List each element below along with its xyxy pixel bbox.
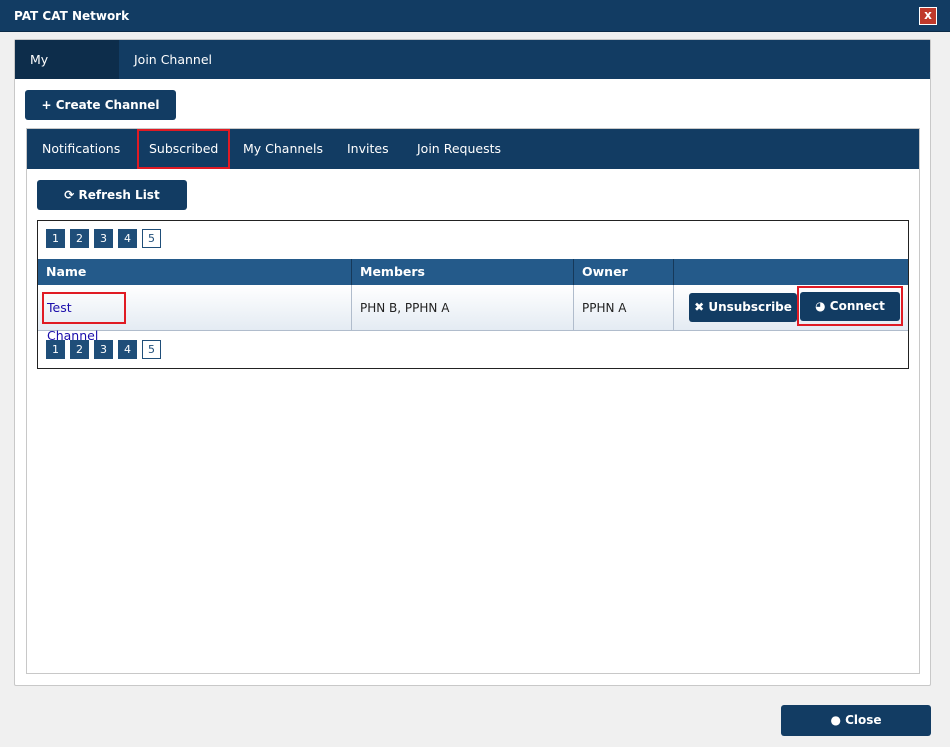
cell-name: Test Channel [38,285,352,343]
window-close-button[interactable]: x [919,7,937,25]
connect-label: Connect [829,299,885,313]
create-channel-button[interactable]: + Create Channel [25,90,176,120]
page-4-button[interactable]: 4 [118,340,137,359]
page-1-button[interactable]: 1 [46,340,65,359]
tab-my-channels-inner[interactable]: My Channels [243,129,323,169]
page-2-button[interactable]: 2 [70,229,89,248]
outer-tab-bar: My Channels Join Channel [15,40,930,106]
col-actions-header [674,259,908,285]
table-header: Name Members Owner [38,259,908,285]
page-1-button[interactable]: 1 [46,229,65,248]
close-label: Close [845,713,882,727]
create-channel-label: Create Channel [55,98,160,112]
close-icon: x [924,8,932,22]
unsubscribe-label: Unsubscribe [708,300,792,314]
page-2-button[interactable]: 2 [70,340,89,359]
x-icon: ✖ [694,300,705,314]
tab-notifications[interactable]: Notifications [42,129,120,169]
channel-link-highlight[interactable]: Test Channel [42,292,126,343]
cell-members: PHN B, PPHN A [352,285,574,331]
tab-join-channel[interactable]: Join Channel [119,40,227,79]
title-bar: PAT CAT Network x [0,0,950,32]
page-5-current: 5 [142,340,161,359]
tab-join-requests[interactable]: Join Requests [417,129,501,169]
page-3-button[interactable]: 3 [94,340,113,359]
channels-subpanel: Notifications Subscribed My Channels Inv… [26,128,920,674]
refresh-icon: ⟳ [64,188,75,202]
page-5-current: 5 [142,229,161,248]
connect-highlight: ◕ Connect [797,286,903,326]
cell-owner: PPHN A [574,285,674,331]
connect-button[interactable]: ◕ Connect [800,292,900,321]
page-3-button[interactable]: 3 [94,229,113,248]
plus-icon: + [41,98,52,112]
globe-icon: ◕ [815,299,826,313]
col-members-header[interactable]: Members [352,259,574,285]
refresh-list-button[interactable]: ⟳ Refresh List [37,180,187,210]
col-owner-header[interactable]: Owner [574,259,674,285]
inner-tab-bar: Notifications Subscribed My Channels Inv… [27,129,919,169]
channels-grid: 1 2 3 4 5 Name Members Owner Test Channe… [37,220,909,369]
tab-invites[interactable]: Invites [347,129,389,169]
circle-icon: ● [830,713,841,727]
unsubscribe-button[interactable]: ✖ Unsubscribe [689,293,797,322]
window-title: PAT CAT Network [14,9,130,23]
channel-name-link[interactable]: Test Channel [47,300,98,343]
table-row: Test Channel PHN B, PPHN A PPHN A ✖ Unsu… [38,285,908,343]
tab-subscribed[interactable]: Subscribed [137,129,231,169]
network-panel: My Channels Join Channel + Create Channe… [14,39,931,686]
col-name-header[interactable]: Name [38,259,352,285]
refresh-list-label: Refresh List [78,188,160,202]
close-button[interactable]: ● Close [781,705,931,736]
tab-my-channels[interactable]: My Channels [15,40,119,106]
page-4-button[interactable]: 4 [118,229,137,248]
